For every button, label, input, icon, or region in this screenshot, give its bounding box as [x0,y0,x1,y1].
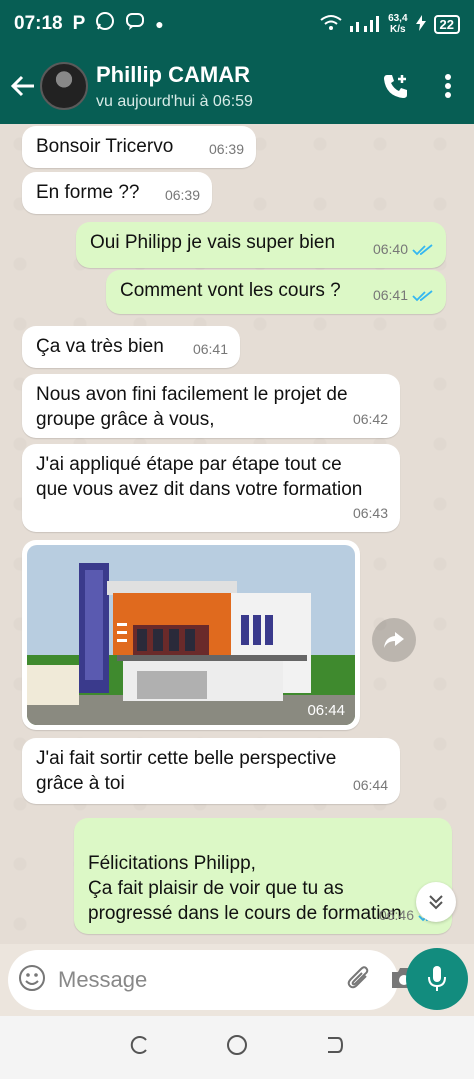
system-nav-bar [0,1016,474,1079]
status-time: 07:18 [14,13,63,34]
message-time: 06:40 [372,241,408,257]
message-text: Félicitations Philipp, Ça fait plaisir d… [88,853,402,924]
attach-button[interactable] [346,964,372,997]
wifi-icon [320,14,342,35]
image-time: 06:44 [307,702,345,719]
message-time: 06:42 [352,411,388,427]
recents-nav-icon [130,1036,147,1054]
message-meta: 06:41 [373,283,434,308]
image-message[interactable]: 06:44 [22,540,360,730]
emoji-button[interactable] [18,964,46,997]
emoji-icon [19,964,45,991]
back-nav-button[interactable] [324,1034,346,1061]
contact-avatar[interactable] [40,62,88,110]
message-incoming[interactable]: Nous avon fini facilement le projet de g… [22,374,400,438]
message-text: En forme ?? [36,182,140,203]
attach-icon [347,965,369,988]
network-speed: 63,4 K/s [388,13,408,35]
message-text: J'ai appliqué étape par étape tout ce qu… [36,454,363,500]
message-time: 06:41 [192,341,228,357]
add-call-button[interactable] [370,60,422,112]
message-meta: 06:40 [373,237,434,262]
signal-icon [350,14,380,35]
house-rendering-image[interactable]: 06:44 [27,545,355,725]
message-incoming[interactable]: En forme ?? 06:39 [22,172,212,214]
contact-info[interactable]: Phillip CAMAR vu aujourd'hui à 06:59 [96,62,370,111]
status-bar: 07:18 P ● 63,4 K/s 22 [0,0,474,48]
back-arrow-icon [10,75,34,97]
more-vert-icon [445,74,451,98]
forward-icon [384,632,404,648]
message-outgoing[interactable]: Félicitations Philipp, Ça fait plaisir d… [74,818,452,934]
message-time: 06:39 [208,141,244,157]
battery-level: 22 [433,14,460,34]
message-outgoing[interactable]: Oui Philipp je vais super bien 06:40 [76,222,446,268]
message-input-container [8,950,416,1010]
message-time: 06:46 [378,907,414,923]
message-incoming[interactable]: Ça va très bien 06:41 [22,326,240,368]
message-incoming[interactable]: Bonsoir Tricervo 06:39 [22,126,256,168]
message-incoming[interactable]: J'ai fait sortir cette belle perspective… [22,738,400,804]
scroll-to-bottom-button[interactable] [416,882,456,922]
add-call-icon [384,75,407,98]
message-notification-icon [125,11,145,37]
message-time: 06:44 [352,777,388,793]
message-text: Bonsoir Tricervo [36,136,174,157]
home-nav-icon [226,1035,247,1055]
whatsapp-notification-icon [95,11,115,37]
message-text: Comment vont les cours ? [120,280,341,301]
chat-header: Phillip CAMAR vu aujourd'hui à 06:59 [0,48,474,124]
mic-icon [428,966,446,991]
message-time: 06:39 [164,187,200,203]
read-receipt-icon [412,289,433,301]
contact-last-seen: vu aujourd'hui à 06:59 [96,92,253,110]
p-app-icon: P [72,13,86,34]
charging-icon [415,14,426,34]
recents-button[interactable] [128,1034,150,1061]
message-input[interactable] [58,967,346,993]
contact-name: Phillip CAMAR [96,61,250,87]
message-incoming[interactable]: J'ai appliqué étape par étape tout ce qu… [22,444,400,532]
read-receipt-icon [412,243,433,255]
message-text: Ça va très bien [36,336,164,357]
back-nav-icon [328,1037,344,1053]
forward-button[interactable] [372,618,416,662]
message-time: 06:43 [352,505,388,521]
message-time: 06:41 [372,287,408,303]
notification-dot-icon: ● [155,16,164,32]
message-text: Oui Philipp je vais super bien [90,232,336,253]
message-outgoing[interactable]: Comment vont les cours ? 06:41 [106,270,446,314]
back-button[interactable] [8,66,38,106]
more-options-button[interactable] [422,60,474,112]
message-text: Nous avon fini facilement le projet de g… [36,384,348,430]
home-button[interactable] [225,1033,249,1062]
message-input-bar [0,944,474,1016]
chat-area[interactable]: Bonsoir Tricervo 06:39 En forme ?? 06:39… [0,124,474,944]
chevron-double-down-icon [429,895,443,910]
voice-record-button[interactable] [406,948,468,1010]
message-text: J'ai fait sortir cette belle perspective… [36,748,337,794]
